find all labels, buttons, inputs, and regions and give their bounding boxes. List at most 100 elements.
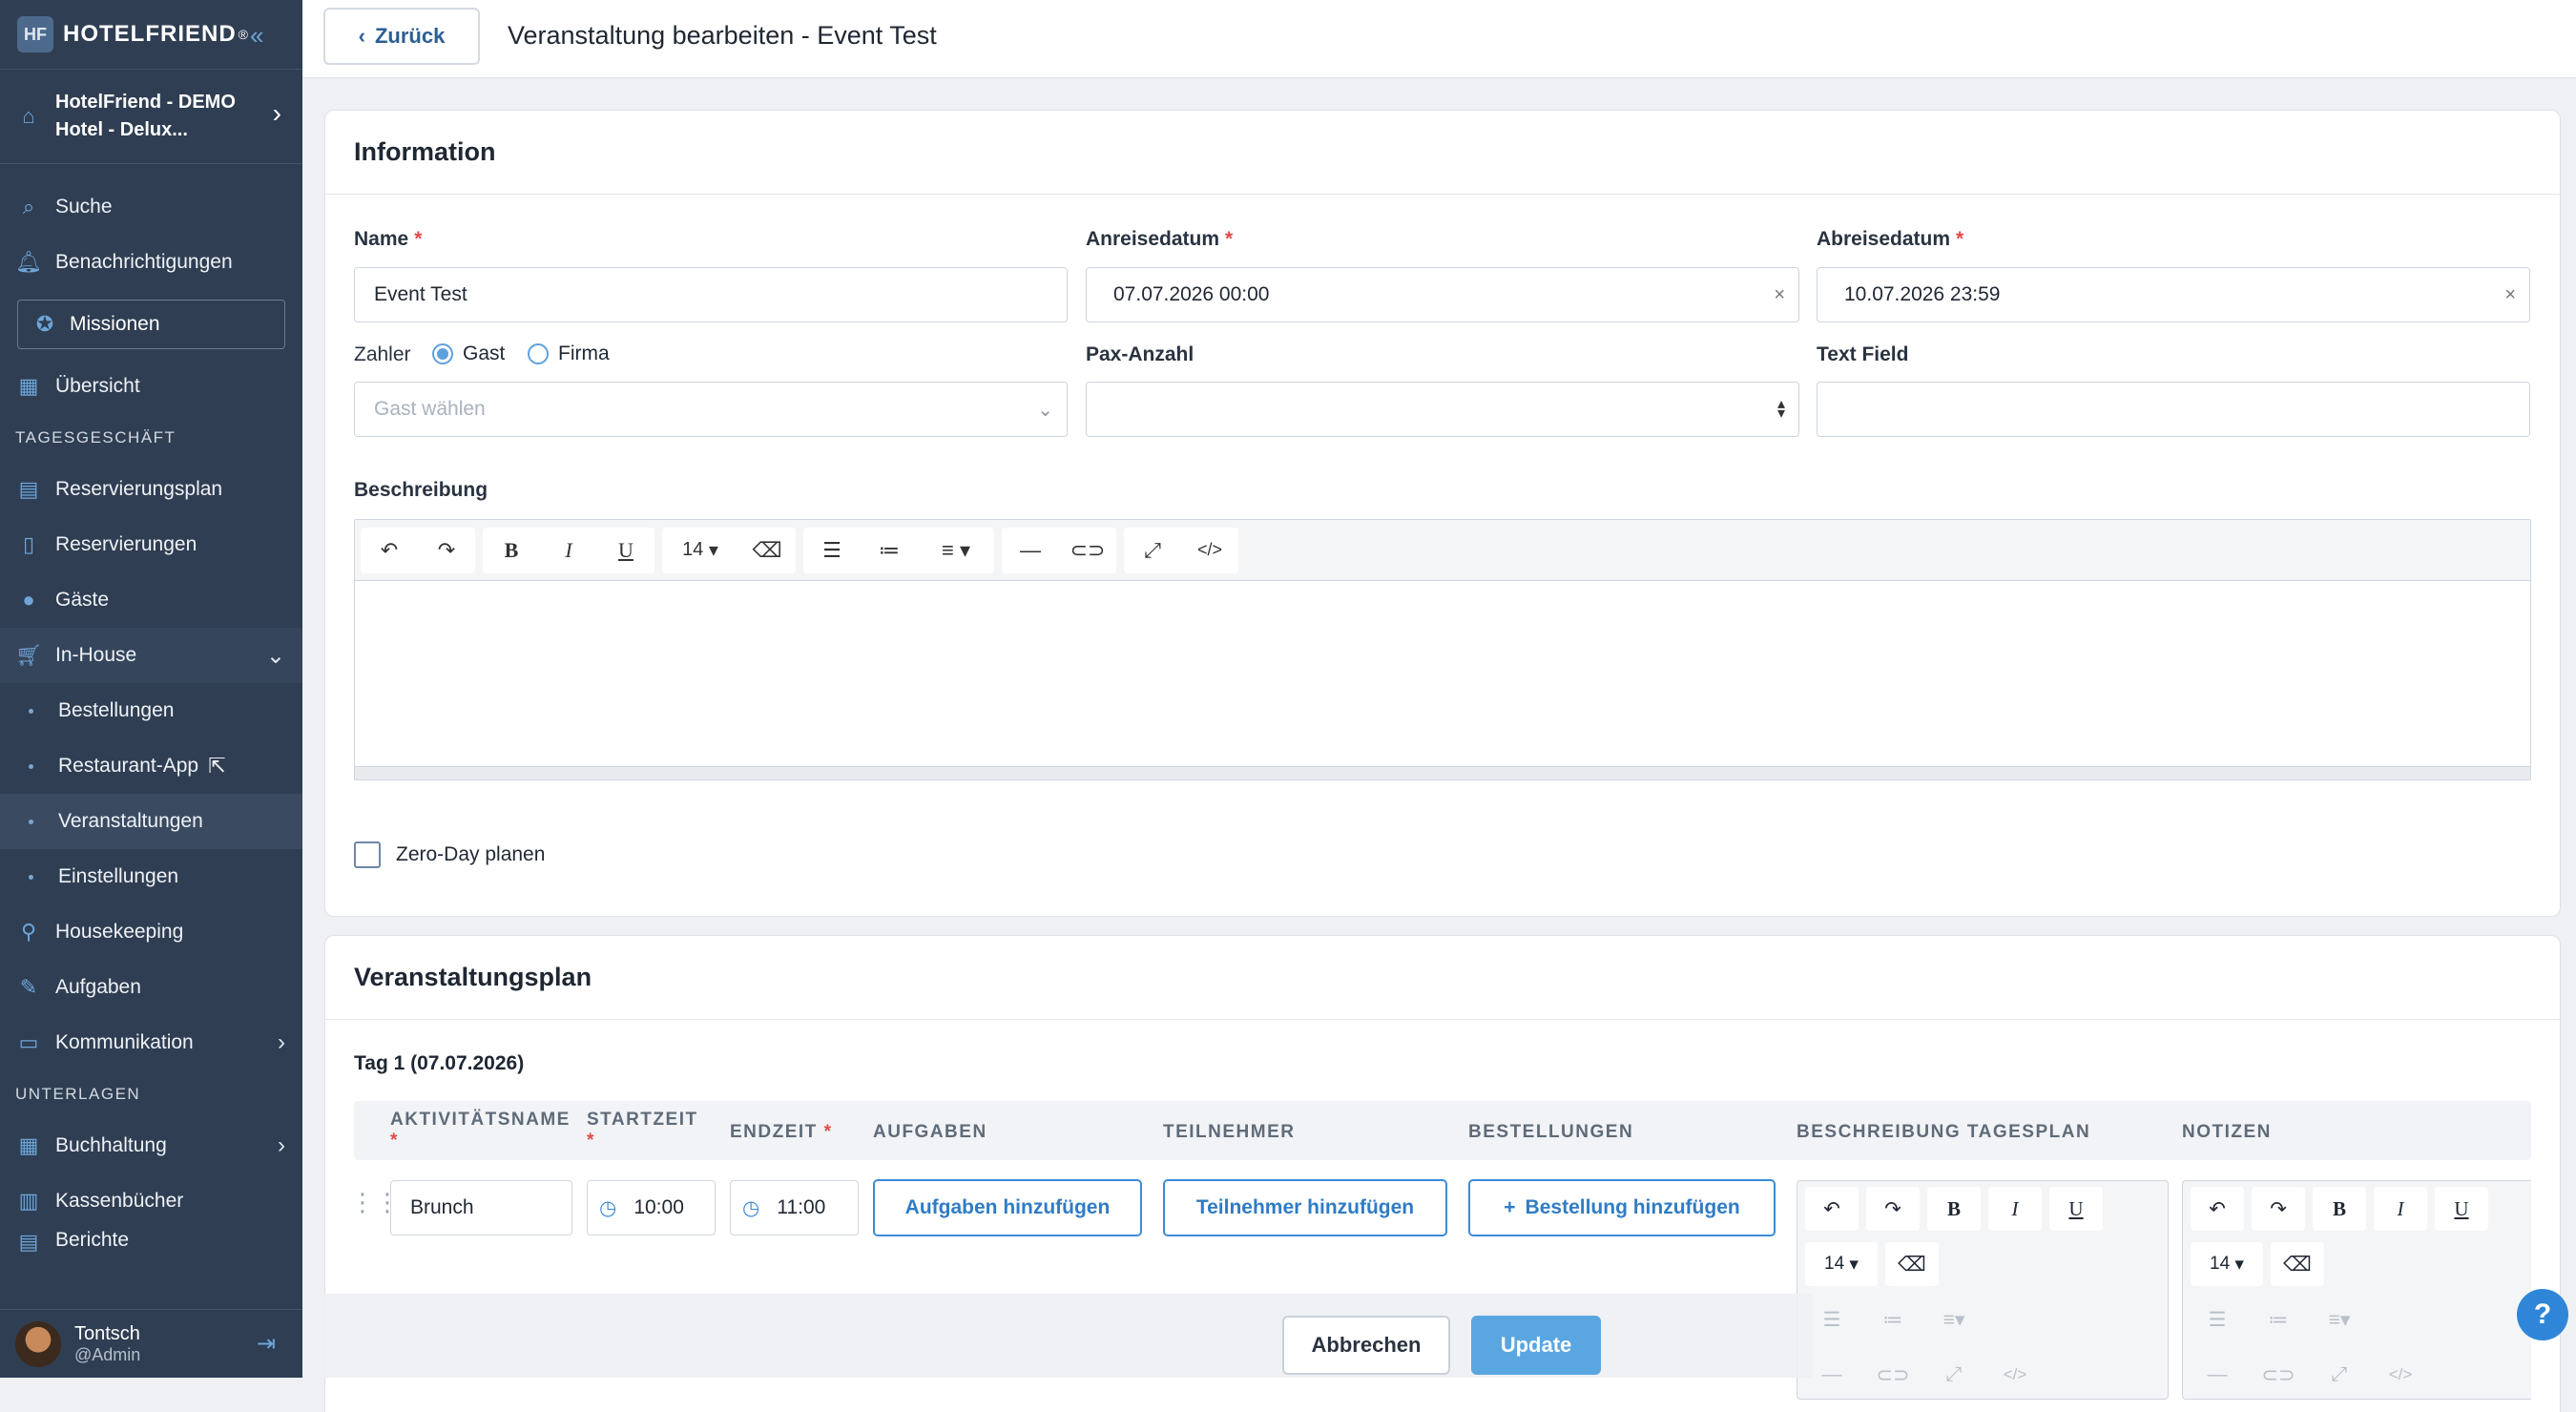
user-profile[interactable]: Tontsch @Admin ⇥ — [0, 1309, 302, 1378]
font-size-dropdown[interactable]: 14 ▾ — [2191, 1242, 2263, 1286]
nav-search[interactable]: ⌕ Suche — [0, 179, 302, 235]
nav-orders[interactable]: Bestellungen — [0, 683, 302, 738]
nav-accounting[interactable]: ▦ Buchhaltung › — [0, 1118, 302, 1173]
bullet-list-icon[interactable]: ☰ — [803, 528, 861, 573]
collapse-sidebar-icon[interactable]: « — [250, 21, 263, 51]
undo-icon[interactable]: ↶ — [2191, 1187, 2244, 1231]
link-icon[interactable]: ⊂⊃ — [1866, 1353, 1920, 1397]
nav-tasks[interactable]: ✎ Aufgaben — [0, 960, 302, 1015]
bold-icon[interactable]: B — [483, 528, 540, 573]
link-icon[interactable]: ⊂⊃ — [1059, 528, 1116, 573]
nav-events[interactable]: Veranstaltungen — [0, 794, 302, 849]
payer-radio-guest[interactable]: Gast — [432, 343, 505, 365]
view-group: ⤢ </> — [1124, 527, 1238, 573]
nav-reports[interactable]: ▤ Berichte — [0, 1229, 302, 1257]
activity-name-input[interactable]: Brunch — [390, 1180, 572, 1236]
bold-icon[interactable]: B — [2313, 1187, 2366, 1231]
section-daily: TAGESGESCHÄFT — [15, 428, 177, 446]
logout-icon[interactable]: ⇥ — [257, 1330, 276, 1358]
code-view-icon[interactable]: </> — [2374, 1353, 2427, 1397]
align-dropdown-icon[interactable]: ≡▾ — [2313, 1298, 2366, 1341]
undo-icon[interactable]: ↶ — [1805, 1187, 1859, 1231]
eraser-icon[interactable]: ⌫ — [1885, 1242, 1939, 1286]
mini-toolbar-row-4: — ⊂⊃ ⤢ </> — [2183, 1347, 2531, 1399]
numbered-list-icon[interactable]: ≔ — [2252, 1298, 2305, 1341]
editor-resize-handle[interactable] — [355, 766, 2530, 779]
clear-icon[interactable]: × — [1774, 284, 1785, 306]
nav-reservations[interactable]: ▯ Reservierungen — [0, 517, 302, 572]
align-dropdown-icon[interactable]: ≡ ▾ — [918, 528, 994, 573]
underline-icon[interactable]: U — [597, 528, 654, 573]
nav-settings[interactable]: Einstellungen — [0, 849, 302, 904]
nav-communication[interactable]: ▭ Kommunikation › — [0, 1015, 302, 1070]
zero-day-checkbox[interactable] — [354, 841, 381, 868]
nav-housekeeping[interactable]: ⚲ Housekeeping — [0, 904, 302, 960]
hotel-selector[interactable]: ⌂ HotelFriend - DEMO Hotel - Delux... › — [0, 69, 302, 164]
font-size-value: 14 — [1824, 1254, 1845, 1274]
undo-icon[interactable]: ↶ — [361, 528, 418, 573]
name-input[interactable]: Event Test — [354, 267, 1068, 322]
font-size-dropdown[interactable]: 14 ▾ — [1805, 1242, 1878, 1286]
missions-button[interactable]: ✪ Missionen — [17, 300, 285, 349]
redo-icon[interactable]: ↷ — [2252, 1187, 2305, 1231]
nav-inhouse[interactable]: 🛒︎ In-House ⌄ — [0, 628, 302, 683]
stepper-icon[interactable]: ▴ ▾ — [1777, 397, 1785, 422]
underline-icon[interactable]: U — [2049, 1187, 2103, 1231]
start-time-input[interactable]: ◷ 10:00 — [587, 1180, 716, 1236]
horizontal-rule-icon[interactable]: — — [2191, 1353, 2244, 1397]
align-dropdown-icon[interactable]: ≡▾ — [1927, 1298, 1981, 1341]
nav-events-label: Veranstaltungen — [58, 810, 203, 832]
nav-cashbooks[interactable]: ▥ Kassenbücher — [0, 1173, 302, 1229]
mini-toolbar-row-2: 14 ▾ ⌫ — [1797, 1236, 2168, 1292]
guest-select[interactable]: Gast wählen ⌄ — [354, 382, 1068, 437]
help-button[interactable]: ? — [2517, 1289, 2568, 1340]
eraser-icon[interactable]: ⌫ — [738, 528, 796, 573]
insert-group: — ⊂⊃ — [1002, 527, 1116, 573]
italic-icon[interactable]: I — [2374, 1187, 2427, 1231]
code-view-icon[interactable]: </> — [1988, 1353, 2042, 1397]
font-size-dropdown[interactable]: 14 ▾ — [662, 528, 738, 573]
bullet-list-icon[interactable]: ☰ — [1805, 1298, 1859, 1341]
italic-icon[interactable]: I — [1988, 1187, 2042, 1231]
code-view-icon[interactable]: </> — [1181, 528, 1238, 573]
editor-content-area[interactable] — [355, 581, 2530, 764]
description-editor: ↶ ↷ B I U 14 ▾ ⌫ ☰ ≔ ≡ ▾ — ⊂⊃ ⤢ </> — [354, 519, 2531, 780]
bold-icon[interactable]: B — [1927, 1187, 1981, 1231]
italic-icon[interactable]: I — [540, 528, 597, 573]
departure-date-input[interactable]: 10.07.2026 23:59 × — [1817, 267, 2530, 322]
nav-overview[interactable]: ▦ Übersicht — [0, 359, 302, 414]
end-time-input[interactable]: ◷ 11:00 — [730, 1180, 859, 1236]
arrival-date-input[interactable]: 07.07.2026 00:00 × — [1086, 267, 1799, 322]
pax-input[interactable]: ▴ ▾ — [1086, 382, 1799, 437]
redo-icon[interactable]: ↷ — [418, 528, 475, 573]
bullet-list-icon[interactable]: ☰ — [2191, 1298, 2244, 1341]
hotel-name-line1: HotelFriend - DEMO — [55, 92, 236, 113]
back-button[interactable]: ‹ Zurück — [323, 8, 480, 65]
redo-icon[interactable]: ↷ — [1866, 1187, 1920, 1231]
link-icon[interactable]: ⊂⊃ — [2252, 1353, 2305, 1397]
numbered-list-icon[interactable]: ≔ — [861, 528, 918, 573]
text-field-input[interactable] — [1817, 382, 2530, 437]
horizontal-rule-icon[interactable]: — — [1002, 528, 1059, 573]
eraser-icon[interactable]: ⌫ — [2271, 1242, 2324, 1286]
underline-icon[interactable]: U — [2435, 1187, 2488, 1231]
fullscreen-icon[interactable]: ⤢ — [2313, 1353, 2366, 1397]
clear-icon[interactable]: × — [2504, 284, 2516, 306]
add-order-button[interactable]: + Bestellung hinzufügen — [1468, 1179, 1776, 1236]
add-tasks-button[interactable]: Aufgaben hinzufügen — [873, 1179, 1142, 1236]
update-button[interactable]: Update — [1471, 1316, 1601, 1375]
add-participants-button[interactable]: Teilnehmer hinzufügen — [1163, 1179, 1447, 1236]
cancel-button[interactable]: Abbrechen — [1282, 1316, 1450, 1375]
fullscreen-icon[interactable]: ⤢ — [1124, 528, 1181, 573]
nav-restaurant-app[interactable]: Restaurant-App ⇱ — [0, 738, 302, 794]
nav-notifications[interactable]: 🔔︎ Benachrichtigungen — [0, 235, 302, 290]
editor-toolbar: ↶ ↷ B I U 14 ▾ ⌫ ☰ ≔ ≡ ▾ — ⊂⊃ ⤢ </> — [355, 520, 2530, 581]
horizontal-rule-icon[interactable]: — — [1805, 1353, 1859, 1397]
required-mark: * — [587, 1131, 595, 1151]
numbered-list-icon[interactable]: ≔ — [1866, 1298, 1920, 1341]
nav-reservation-plan[interactable]: ▤ Reservierungsplan — [0, 462, 302, 517]
fullscreen-icon[interactable]: ⤢ — [1927, 1353, 1981, 1397]
payer-radio-company[interactable]: Firma — [528, 343, 610, 365]
col-start-label: STARTZEIT — [587, 1110, 698, 1130]
nav-guests[interactable]: ● Gäste — [0, 572, 302, 628]
